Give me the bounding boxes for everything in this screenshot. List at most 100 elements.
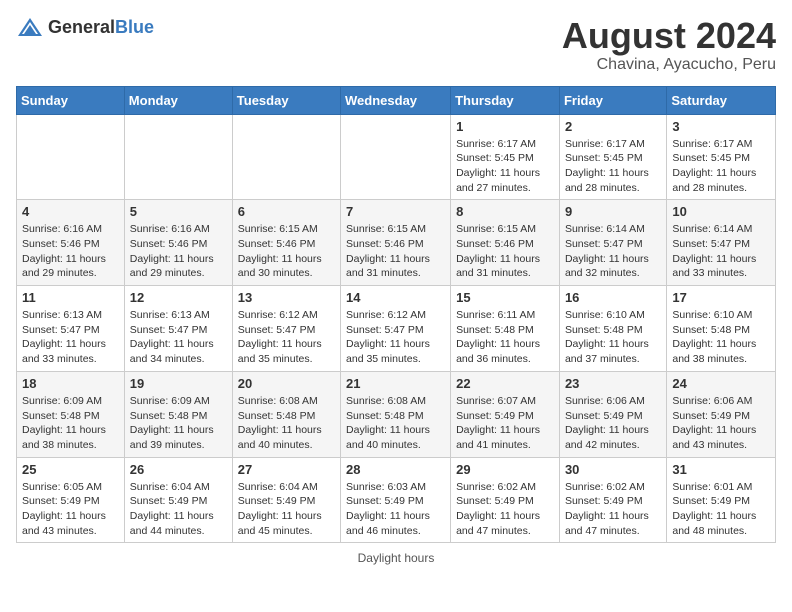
calendar-cell — [124, 114, 232, 200]
calendar-cell: 14 Sunrise: 6:12 AMSunset: 5:47 PMDayligh… — [341, 286, 451, 372]
day-number: 7 — [346, 204, 445, 219]
calendar-cell: 30Sunrise: 6:02 AMSunset: 5:49 PMDayligh… — [559, 457, 666, 543]
weekday-header-thursday: Thursday — [451, 86, 560, 114]
weekday-header-friday: Friday — [559, 86, 666, 114]
day-number: 23 — [565, 376, 661, 391]
day-info: Sunrise: 6:17 AMSunset: 5:45 PMDaylight:… — [672, 137, 770, 196]
day-number: 8 — [456, 204, 554, 219]
footer-note-text: Daylight hours — [358, 551, 435, 565]
calendar-cell: 7 Sunrise: 6:15 AMSunset: 5:46 PMDaylight… — [341, 200, 451, 286]
calendar-cell: 4 Sunrise: 6:16 AMSunset: 5:46 PMDaylight… — [17, 200, 125, 286]
calendar-week-row: 4 Sunrise: 6:16 AMSunset: 5:46 PMDaylight… — [17, 200, 776, 286]
calendar-cell: 23 Sunrise: 6:06 AMSunset: 5:49 PMDayligh… — [559, 371, 666, 457]
weekday-header-wednesday: Wednesday — [341, 86, 451, 114]
calendar-week-row: 18 Sunrise: 6:09 AMSunset: 5:48 PMDayligh… — [17, 371, 776, 457]
day-info: Sunrise: 6:16 AMSunset: 5:46 PMDaylight:… — [22, 222, 119, 281]
day-info: Sunrise: 6:11 AMSunset: 5:48 PMDaylight:… — [456, 308, 554, 367]
day-info: Sunrise: 6:03 AMSunset: 5:49 PMDaylight:… — [346, 480, 445, 539]
day-info: Sunrise: 6:08 AMSunset: 5:48 PMDaylight:… — [238, 394, 335, 453]
day-info: Sunrise: 6:17 AMSunset: 5:45 PMDaylight:… — [456, 137, 554, 196]
day-info: Sunrise: 6:09 AMSunset: 5:48 PMDaylight:… — [130, 394, 227, 453]
day-number: 21 — [346, 376, 445, 391]
weekday-header-sunday: Sunday — [17, 86, 125, 114]
calendar-cell — [17, 114, 125, 200]
logo-text-blue: Blue — [115, 17, 154, 38]
footer-note: Daylight hours — [16, 551, 776, 565]
day-number: 14 — [346, 290, 445, 305]
logo: General Blue — [16, 16, 154, 38]
day-info: Sunrise: 6:12 AMSunset: 5:47 PMDaylight:… — [346, 308, 445, 367]
day-number: 26 — [130, 462, 227, 477]
calendar-cell: 31 Sunrise: 6:01 AMSunset: 5:49 PMDayligh… — [667, 457, 776, 543]
weekday-header-monday: Monday — [124, 86, 232, 114]
title-area: August 2024 Chavina, Ayacucho, Peru — [562, 16, 776, 74]
day-info: Sunrise: 6:15 AMSunset: 5:46 PMDaylight:… — [238, 222, 335, 281]
day-number: 31 — [672, 462, 770, 477]
month-title: August 2024 — [562, 16, 776, 56]
calendar-cell: 15Sunrise: 6:11 AMSunset: 5:48 PMDayligh… — [451, 286, 560, 372]
day-number: 12 — [130, 290, 227, 305]
day-number: 11 — [22, 290, 119, 305]
calendar-cell — [232, 114, 340, 200]
day-info: Sunrise: 6:01 AMSunset: 5:49 PMDaylight:… — [672, 480, 770, 539]
day-info: Sunrise: 6:02 AMSunset: 5:49 PMDaylight:… — [565, 480, 661, 539]
day-info: Sunrise: 6:15 AMSunset: 5:46 PMDaylight:… — [456, 222, 554, 281]
calendar-cell: 29 Sunrise: 6:02 AMSunset: 5:49 PMDayligh… — [451, 457, 560, 543]
location-title: Chavina, Ayacucho, Peru — [562, 56, 776, 74]
calendar-cell: 1 Sunrise: 6:17 AMSunset: 5:45 PMDaylight… — [451, 114, 560, 200]
calendar-week-row: 25 Sunrise: 6:05 AMSunset: 5:49 PMDayligh… — [17, 457, 776, 543]
calendar-week-row: 11 Sunrise: 6:13 AMSunset: 5:47 PMDayligh… — [17, 286, 776, 372]
calendar-cell: 26 Sunrise: 6:04 AMSunset: 5:49 PMDayligh… — [124, 457, 232, 543]
day-info: Sunrise: 6:06 AMSunset: 5:49 PMDaylight:… — [565, 394, 661, 453]
day-number: 6 — [238, 204, 335, 219]
day-info: Sunrise: 6:08 AMSunset: 5:48 PMDaylight:… — [346, 394, 445, 453]
logo-text-general: General — [48, 17, 115, 38]
day-number: 17 — [672, 290, 770, 305]
calendar-cell: 12Sunrise: 6:13 AMSunset: 5:47 PMDayligh… — [124, 286, 232, 372]
day-number: 28 — [346, 462, 445, 477]
day-number: 4 — [22, 204, 119, 219]
day-info: Sunrise: 6:05 AMSunset: 5:49 PMDaylight:… — [22, 480, 119, 539]
day-number: 13 — [238, 290, 335, 305]
day-info: Sunrise: 6:10 AMSunset: 5:48 PMDaylight:… — [672, 308, 770, 367]
calendar-table: SundayMondayTuesdayWednesdayThursdayFrid… — [16, 86, 776, 544]
day-info: Sunrise: 6:02 AMSunset: 5:49 PMDaylight:… — [456, 480, 554, 539]
day-info: Sunrise: 6:17 AMSunset: 5:45 PMDaylight:… — [565, 137, 661, 196]
day-info: Sunrise: 6:15 AMSunset: 5:46 PMDaylight:… — [346, 222, 445, 281]
day-number: 29 — [456, 462, 554, 477]
day-number: 20 — [238, 376, 335, 391]
day-number: 22 — [456, 376, 554, 391]
logo-icon — [16, 16, 44, 38]
day-info: Sunrise: 6:13 AMSunset: 5:47 PMDaylight:… — [22, 308, 119, 367]
day-number: 25 — [22, 462, 119, 477]
day-number: 18 — [22, 376, 119, 391]
day-number: 19 — [130, 376, 227, 391]
day-info: Sunrise: 6:12 AMSunset: 5:47 PMDaylight:… — [238, 308, 335, 367]
calendar-cell: 8 Sunrise: 6:15 AMSunset: 5:46 PMDaylight… — [451, 200, 560, 286]
calendar-cell: 21 Sunrise: 6:08 AMSunset: 5:48 PMDayligh… — [341, 371, 451, 457]
weekday-header-saturday: Saturday — [667, 86, 776, 114]
calendar-cell: 6 Sunrise: 6:15 AMSunset: 5:46 PMDaylight… — [232, 200, 340, 286]
day-number: 10 — [672, 204, 770, 219]
day-info: Sunrise: 6:10 AMSunset: 5:48 PMDaylight:… — [565, 308, 661, 367]
day-number: 3 — [672, 119, 770, 134]
calendar-cell: 13 Sunrise: 6:12 AMSunset: 5:47 PMDayligh… — [232, 286, 340, 372]
day-number: 27 — [238, 462, 335, 477]
header: General Blue August 2024 Chavina, Ayacuc… — [16, 16, 776, 74]
calendar-cell: 24Sunrise: 6:06 AMSunset: 5:49 PMDayligh… — [667, 371, 776, 457]
calendar-cell: 9Sunrise: 6:14 AMSunset: 5:47 PMDaylight… — [559, 200, 666, 286]
day-info: Sunrise: 6:07 AMSunset: 5:49 PMDaylight:… — [456, 394, 554, 453]
calendar-cell — [341, 114, 451, 200]
day-number: 1 — [456, 119, 554, 134]
calendar-cell: 20 Sunrise: 6:08 AMSunset: 5:48 PMDayligh… — [232, 371, 340, 457]
calendar-cell: 17 Sunrise: 6:10 AMSunset: 5:48 PMDayligh… — [667, 286, 776, 372]
weekday-header-row: SundayMondayTuesdayWednesdayThursdayFrid… — [17, 86, 776, 114]
calendar-cell: 18Sunrise: 6:09 AMSunset: 5:48 PMDayligh… — [17, 371, 125, 457]
weekday-header-tuesday: Tuesday — [232, 86, 340, 114]
day-number: 16 — [565, 290, 661, 305]
calendar-cell: 27Sunrise: 6:04 AMSunset: 5:49 PMDayligh… — [232, 457, 340, 543]
day-info: Sunrise: 6:14 AMSunset: 5:47 PMDaylight:… — [672, 222, 770, 281]
day-info: Sunrise: 6:06 AMSunset: 5:49 PMDaylight:… — [672, 394, 770, 453]
calendar-week-row: 1 Sunrise: 6:17 AMSunset: 5:45 PMDaylight… — [17, 114, 776, 200]
day-info: Sunrise: 6:04 AMSunset: 5:49 PMDaylight:… — [130, 480, 227, 539]
